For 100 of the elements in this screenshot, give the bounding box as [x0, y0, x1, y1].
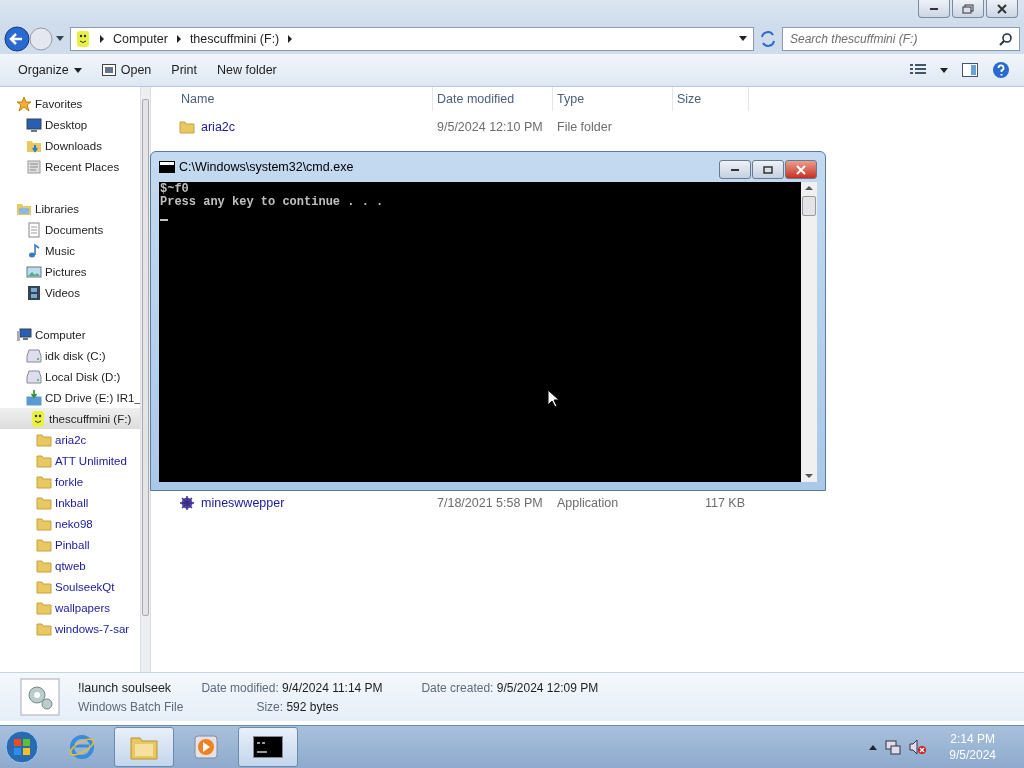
- cd-drive-icon: [26, 389, 42, 406]
- table-cell-text: Application: [556, 496, 620, 510]
- table-cell-text: 117 KB: [703, 496, 746, 510]
- folder-icon: [179, 119, 195, 135]
- document-icon: [26, 221, 42, 238]
- nav-item[interactable]: qtweb: [20, 555, 140, 576]
- table-cell-text: File folder: [556, 120, 613, 134]
- back-button[interactable]: [4, 26, 30, 52]
- folder-icon: [36, 431, 52, 448]
- computer-icon: [16, 326, 32, 343]
- close-icon: [997, 3, 1007, 14]
- caret-icon[interactable]: [739, 36, 747, 42]
- close-icon: [796, 164, 806, 175]
- caret-icon[interactable]: [56, 36, 64, 42]
- close-button[interactable]: [986, 0, 1018, 18]
- nav-item[interactable]: aria2c: [20, 429, 140, 450]
- nav-item[interactable]: Libraries: [0, 198, 140, 219]
- chevron-icon[interactable]: [99, 35, 105, 43]
- start-button[interactable]: [4, 729, 40, 765]
- chevron-icon[interactable]: [175, 35, 182, 43]
- scrollbar[interactable]: [801, 182, 817, 482]
- console-icon: [159, 161, 175, 173]
- folder-icon: [36, 578, 52, 595]
- address-bar[interactable]: Computer thescuffmini (F:): [70, 27, 754, 51]
- open-button[interactable]: Open: [93, 59, 160, 81]
- nav-item[interactable]: Inkball: [20, 492, 140, 513]
- play-icon: [193, 734, 219, 760]
- nav-item[interactable]: Pictures: [10, 261, 140, 282]
- file-type: Windows Batch File: [78, 699, 184, 714]
- close-button[interactable]: [785, 160, 817, 179]
- column-header[interactable]: Date modified: [433, 87, 553, 111]
- music-note-icon: [26, 242, 42, 259]
- nav-item[interactable]: windows-7-sar: [20, 618, 140, 639]
- column-header[interactable]: Size: [673, 87, 749, 111]
- nav-item[interactable]: Downloads: [10, 135, 140, 156]
- globe-e-icon: [68, 733, 96, 761]
- nav-item[interactable]: thescuffmini (F:): [0, 408, 140, 429]
- network-icon[interactable]: [885, 739, 902, 755]
- nav-item[interactable]: Desktop: [10, 114, 140, 135]
- nav-item[interactable]: idk disk (C:): [10, 345, 140, 366]
- help-icon[interactable]: [992, 61, 1010, 79]
- caret-up-icon[interactable]: [869, 744, 878, 750]
- detail-value: 592 bytes: [286, 699, 339, 714]
- scrollbar-thumb[interactable]: [802, 196, 816, 216]
- detail-label: Size:: [256, 699, 284, 714]
- taskbar-button[interactable]: [238, 727, 298, 767]
- file-name[interactable]: mineswwepper: [177, 495, 433, 511]
- mine-icon: [179, 495, 195, 511]
- view-options-icon[interactable]: [910, 64, 926, 76]
- toolbar-button[interactable]: Print: [163, 59, 206, 81]
- detail-label: Date created:: [421, 680, 494, 695]
- folder-icon: [36, 599, 52, 616]
- muted-speaker-icon[interactable]: [909, 739, 928, 755]
- file-name[interactable]: aria2c: [177, 119, 433, 135]
- console-line: Press any key to continue . . .: [160, 196, 385, 209]
- nav-item[interactable]: forkle: [20, 471, 140, 492]
- table-cell-text: 9/5/2024 12:10 PM: [436, 120, 544, 134]
- minimize-button[interactable]: [719, 160, 751, 179]
- search-icon: [999, 32, 1013, 46]
- minimize-icon: [930, 7, 938, 10]
- detail-label: Date modified:: [201, 680, 279, 695]
- drive-icon: [30, 409, 46, 428]
- arrow-up-icon[interactable]: [805, 186, 813, 190]
- nav-item[interactable]: SoulseekQt: [20, 576, 140, 597]
- chevron-icon[interactable]: [287, 35, 294, 43]
- search-field[interactable]: Search thescuffmini (F:): [782, 27, 1020, 51]
- batch-file-icon: [20, 678, 60, 716]
- detail-value: 9/4/2024 11:14 PM: [282, 680, 383, 695]
- nav-item[interactable]: Videos: [10, 282, 140, 303]
- caret-icon[interactable]: [940, 67, 948, 73]
- folder-icon: [36, 494, 52, 511]
- table-cell-text: 7/18/2021 5:58 PM: [436, 496, 544, 510]
- text-cursor: [160, 219, 168, 221]
- console-icon: [253, 736, 283, 758]
- nav-item[interactable]: Favorites: [0, 93, 140, 114]
- restore-icon: [962, 3, 974, 14]
- nav-item[interactable]: Computer: [0, 324, 140, 345]
- column-header[interactable]: Type: [553, 87, 673, 111]
- nav-item[interactable]: neko98: [20, 513, 140, 534]
- monitor-icon: [26, 116, 42, 133]
- folder-icon: [36, 620, 52, 637]
- nav-item[interactable]: Music: [10, 240, 140, 261]
- arrow-down-icon[interactable]: [805, 474, 813, 478]
- organize-menu[interactable]: Organize: [10, 59, 90, 81]
- scrollbar[interactable]: [140, 87, 150, 672]
- file-name: !launch soulseek: [78, 680, 173, 695]
- preview-pane-icon[interactable]: [962, 63, 978, 77]
- nav-item[interactable]: Documents: [10, 219, 140, 240]
- toolbar-button[interactable]: New folder: [209, 59, 285, 81]
- nav-item[interactable]: Recent Places: [10, 156, 140, 177]
- drive-icon: [75, 30, 91, 48]
- nav-item[interactable]: Local Disk (D:): [10, 366, 140, 387]
- column-header[interactable]: Name: [177, 87, 433, 111]
- recent-places-icon: [26, 158, 42, 175]
- nav-item[interactable]: ATT Unlimited: [20, 450, 140, 471]
- maximize-icon: [763, 165, 773, 174]
- minimize-button[interactable]: [918, 0, 950, 18]
- nav-item[interactable]: Pinball: [20, 534, 140, 555]
- nav-item[interactable]: wallpapers: [20, 597, 140, 618]
- maximize-button[interactable]: [752, 160, 784, 179]
